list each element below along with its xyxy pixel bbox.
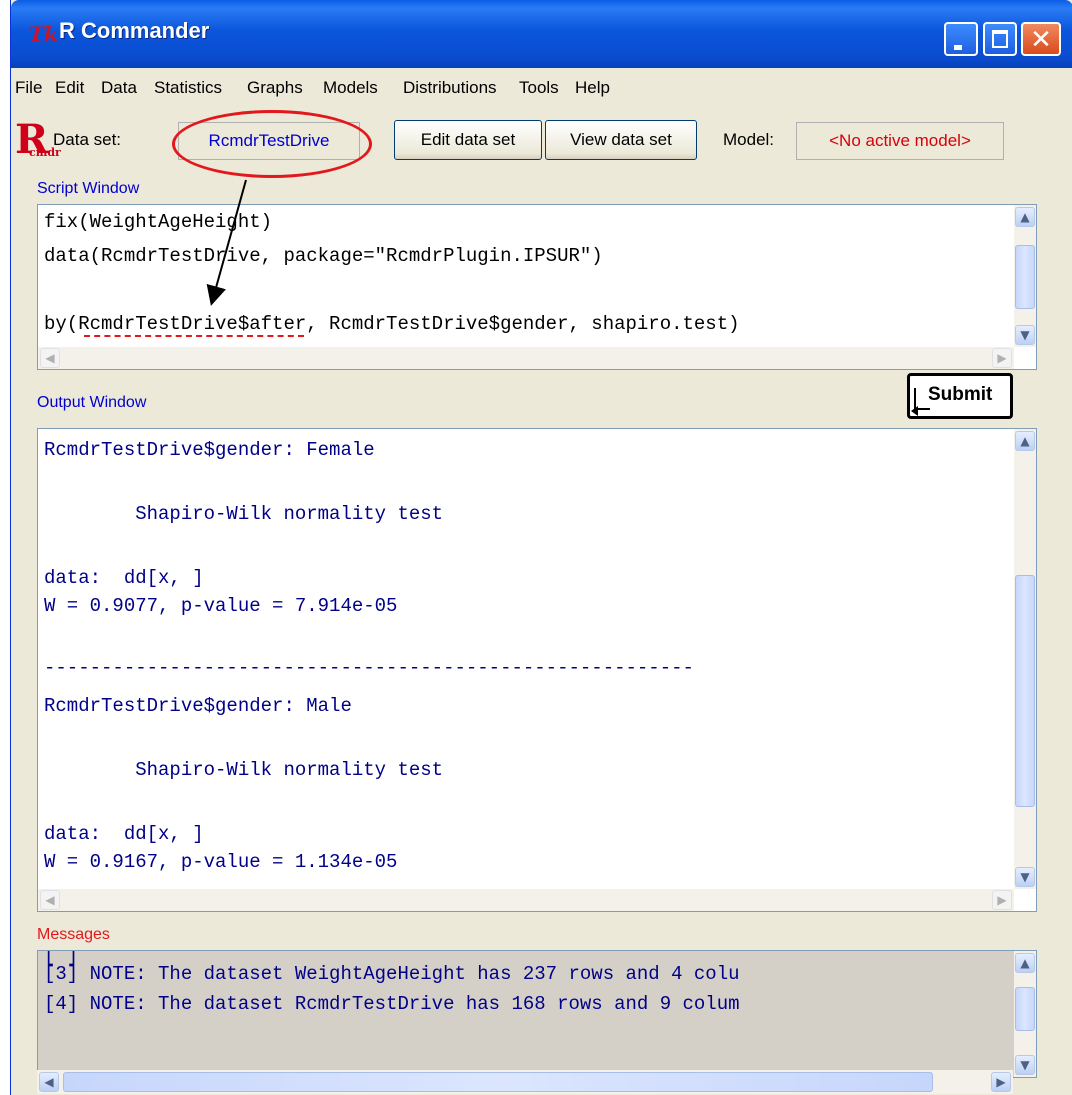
window-horizontal-scrollbar[interactable]: ◀ ▶ [37, 1070, 1013, 1094]
scroll-thumb[interactable] [63, 1072, 933, 1092]
maximize-icon [992, 30, 1008, 48]
output-line: data: dd[x, ] [44, 823, 204, 845]
scroll-down-icon[interactable]: ▼ [1015, 1055, 1035, 1075]
menu-tools[interactable]: Tools [519, 78, 559, 98]
menu-statistics[interactable]: Statistics [154, 78, 222, 98]
script-vertical-scrollbar[interactable]: ▲ ▼ [1014, 205, 1036, 347]
script-window[interactable]: fix(WeightAgeHeight) data(RcmdrTestDrive… [37, 204, 1037, 370]
output-line: RcmdrTestDrive$gender: Female [44, 439, 375, 461]
script-line: data(RcmdrTestDrive, package="RcmdrPlugi… [44, 245, 603, 267]
menu-models[interactable]: Models [323, 78, 378, 98]
output-line: data: dd[x, ] [44, 567, 204, 589]
spellcheck-underline [84, 335, 304, 337]
menu-distributions[interactable]: Distributions [403, 78, 497, 98]
scroll-left-icon[interactable]: ◀ [40, 348, 60, 368]
active-dataset-button[interactable]: RcmdrTestDrive [178, 122, 360, 160]
output-line: ----------------------------------------… [44, 657, 694, 679]
scroll-right-icon[interactable]: ▶ [991, 1072, 1011, 1092]
edit-dataset-button[interactable]: Edit data set [394, 120, 542, 160]
scroll-up-icon[interactable]: ▲ [1015, 953, 1035, 973]
script-window-label: Script Window [37, 180, 140, 197]
output-window-label: Output Window [37, 394, 147, 411]
menu-edit[interactable]: Edit [55, 78, 84, 98]
scroll-thumb[interactable] [1015, 575, 1035, 807]
toolbar: R cmdr Data set: RcmdrTestDrive Edit dat… [11, 108, 1072, 172]
scroll-left-icon[interactable]: ◀ [40, 890, 60, 910]
minimize-button[interactable] [944, 22, 978, 56]
window-title: R Commander [59, 18, 210, 43]
title-bar[interactable]: Tk R Commander ✕ [11, 0, 1072, 68]
output-line: Shapiro-Wilk normality test [44, 759, 444, 781]
scroll-left-icon[interactable]: ◀ [39, 1072, 59, 1092]
output-horizontal-scrollbar[interactable]: ◀ ▶ [38, 889, 1014, 911]
close-button[interactable]: ✕ [1021, 22, 1061, 56]
scroll-up-icon[interactable]: ▲ [1015, 431, 1035, 451]
message-line: [4] NOTE: The dataset RcmdrTestDrive has… [44, 993, 740, 1015]
script-line: fix(WeightAgeHeight) [44, 211, 273, 233]
close-icon: ✕ [1030, 25, 1052, 55]
output-line: W = 0.9077, p-value = 7.914e-05 [44, 595, 398, 617]
tk-icon: Tk [29, 22, 58, 46]
menu-bar: File Edit Data Statistics Graphs Models … [11, 70, 1072, 106]
output-line: RcmdrTestDrive$gender: Male [44, 695, 352, 717]
message-line: [3] NOTE: The dataset WeightAgeHeight ha… [44, 963, 740, 985]
active-model-button[interactable]: <No active model> [796, 122, 1004, 160]
scroll-thumb[interactable] [1015, 987, 1035, 1031]
scroll-right-icon[interactable]: ▶ [992, 890, 1012, 910]
menu-graphs[interactable]: Graphs [247, 78, 303, 98]
messages-label: Messages [37, 926, 110, 943]
scroll-down-icon[interactable]: ▼ [1015, 325, 1035, 345]
scroll-right-icon[interactable]: ▶ [992, 348, 1012, 368]
menu-file[interactable]: File [15, 78, 42, 98]
maximize-button[interactable] [983, 22, 1017, 56]
minimize-icon [954, 45, 962, 50]
scroll-up-icon[interactable]: ▲ [1015, 207, 1035, 227]
messages-vertical-scrollbar[interactable]: ▲ ▼ [1014, 951, 1036, 1077]
dataset-label: Data set: [53, 130, 122, 149]
r-commander-window: Tk R Commander ✕ File Edit Data Statisti… [10, 0, 1072, 1095]
menu-help[interactable]: Help [575, 78, 610, 98]
output-line: Shapiro-Wilk normality test [44, 503, 444, 525]
model-label: Model: [723, 130, 775, 149]
submit-button[interactable]: Submit [907, 373, 1013, 419]
script-horizontal-scrollbar[interactable]: ◀ ▶ [38, 347, 1014, 369]
scroll-thumb[interactable] [1015, 245, 1035, 309]
menu-data[interactable]: Data [101, 78, 137, 98]
view-dataset-button[interactable]: View data set [545, 120, 697, 160]
output-vertical-scrollbar[interactable]: ▲ ▼ [1014, 429, 1036, 889]
output-window[interactable]: RcmdrTestDrive$gender: Female Shapiro-Wi… [37, 428, 1037, 912]
output-line: W = 0.9167, p-value = 1.134e-05 [44, 851, 398, 873]
messages-window[interactable]: [ ] [3] NOTE: The dataset WeightAgeHeigh… [37, 950, 1037, 1078]
scroll-down-icon[interactable]: ▼ [1015, 867, 1035, 887]
script-line: by(RcmdrTestDrive$after, RcmdrTestDrive$… [44, 313, 740, 335]
